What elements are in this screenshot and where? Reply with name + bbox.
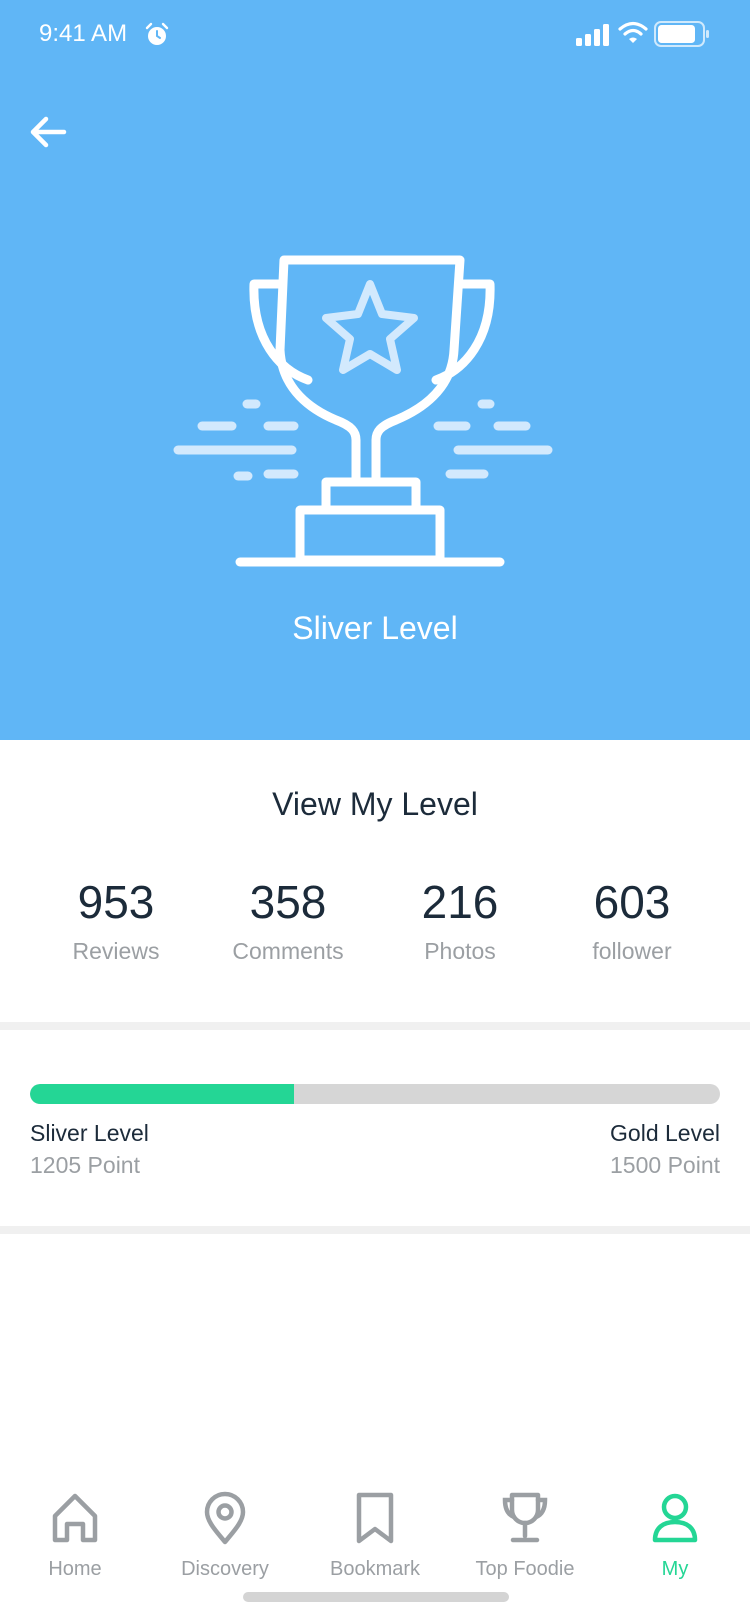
stat-follower[interactable]: 603 follower bbox=[546, 874, 718, 974]
location-pin-icon bbox=[204, 1491, 246, 1545]
status-time: 9:41 AM bbox=[39, 20, 128, 47]
trophy-illustration bbox=[173, 255, 553, 567]
stat-label: follower bbox=[592, 938, 672, 964]
alarm-icon bbox=[145, 22, 169, 45]
wifi-icon bbox=[618, 21, 648, 43]
tab-my[interactable]: My bbox=[600, 1480, 750, 1590]
stat-comments[interactable]: 358 Comments bbox=[202, 874, 374, 974]
tab-top-foodie[interactable]: Top Foodie bbox=[450, 1480, 600, 1590]
level-header: 9:41 AM Sliver Level bbox=[0, 0, 750, 740]
back-arrow-icon[interactable] bbox=[24, 108, 72, 156]
tab-bookmark[interactable]: Bookmark bbox=[300, 1480, 450, 1590]
tab-label: Discovery bbox=[181, 1558, 269, 1580]
level-name: Sliver Level bbox=[292, 610, 458, 646]
current-level-info: Sliver Level 1205 Point bbox=[30, 1118, 149, 1180]
section-divider bbox=[0, 1022, 750, 1030]
stat-label: Reviews bbox=[72, 938, 160, 964]
stat-value: 953 bbox=[77, 876, 155, 928]
signal-icon bbox=[576, 24, 609, 46]
user-icon bbox=[652, 1493, 698, 1543]
status-bar: 9:41 AM bbox=[0, 0, 750, 70]
tab-label: Home bbox=[48, 1558, 102, 1580]
stat-value: 216 bbox=[421, 876, 499, 928]
next-level-points: 1500 Point bbox=[610, 1152, 720, 1178]
section-title: View My Level bbox=[272, 786, 478, 822]
home-icon bbox=[52, 1493, 98, 1543]
level-progress-fill bbox=[30, 1084, 295, 1104]
current-level-points: 1205 Point bbox=[30, 1152, 140, 1178]
trophy-icon bbox=[502, 1492, 548, 1543]
next-level-name: Gold Level bbox=[610, 1120, 720, 1146]
stat-value: 603 bbox=[593, 876, 671, 928]
bottom-tab-bar: Home Discovery Bookmark Top Foodie My bbox=[0, 1480, 750, 1590]
section-divider bbox=[0, 1226, 750, 1234]
stat-photos[interactable]: 216 Photos bbox=[374, 874, 546, 974]
tab-label: Bookmark bbox=[329, 1558, 421, 1580]
stat-reviews[interactable]: 953 Reviews bbox=[30, 874, 202, 974]
battery-icon bbox=[654, 21, 709, 47]
tab-label: Top Foodie bbox=[475, 1558, 575, 1580]
tab-label: My bbox=[661, 1558, 689, 1580]
tab-discovery[interactable]: Discovery bbox=[150, 1480, 300, 1590]
stats-row: 953 Reviews 358 Comments 216 Photos 603 … bbox=[30, 874, 720, 974]
home-indicator bbox=[243, 1592, 509, 1602]
current-level-name: Sliver Level bbox=[30, 1120, 149, 1146]
next-level-info: Gold Level 1500 Point bbox=[610, 1118, 720, 1180]
stat-label: Comments bbox=[232, 938, 344, 964]
bookmark-icon bbox=[356, 1492, 394, 1544]
stat-value: 358 bbox=[249, 876, 327, 928]
stat-label: Photos bbox=[424, 938, 496, 964]
level-progress-bar bbox=[30, 1084, 720, 1104]
tab-home[interactable]: Home bbox=[0, 1480, 150, 1590]
